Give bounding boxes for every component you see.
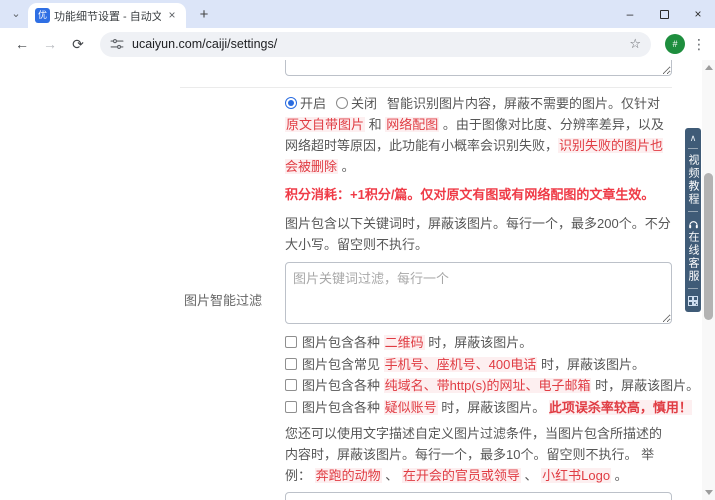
url-text: ucaiyun.com/caiji/settings/ [132, 37, 278, 51]
checkbox-text: 图片包含各种 [302, 378, 384, 393]
checkbox-row-qrcode: 图片包含各种 二维码 时，屏蔽该图片。 [285, 332, 674, 354]
field-label-image-smart-filter: 图片智能过滤 [184, 293, 263, 308]
intro-text: 。 [338, 159, 355, 174]
custom-text: 、 [381, 468, 402, 483]
checkbox-text: 图片包含各种 [302, 399, 384, 415]
panel-divider [688, 288, 698, 289]
checkbox-text: 时，屏蔽该图片。 [591, 378, 700, 393]
browser-window: ⌄ 优 功能细节设置 - 自动文章采集 × + – × ← → ⟳ ucaiyu… [0, 0, 715, 500]
browser-tab[interactable]: 优 功能细节设置 - 自动文章采集 × [28, 3, 186, 28]
browser-menu-icon[interactable]: ⋮ [691, 36, 707, 53]
account-checkbox[interactable] [285, 400, 297, 413]
browser-titlebar: ⌄ 优 功能细节设置 - 自动文章采集 × + – × [0, 0, 715, 28]
browser-toolbar: ← → ⟳ ucaiyun.com/caiji/settings/ ☆ # ⋮ [0, 28, 715, 60]
checkbox-text: 图片包含常见 [302, 356, 384, 372]
page-viewport: 图片智能过滤 开启 关闭 智能识别图片内容，屏蔽不需要的图片。仅针对 原文自带图片 … [0, 60, 715, 500]
panel-divider [688, 211, 698, 212]
radio-on-selected[interactable] [285, 97, 297, 109]
custom-example-logo: 小红书Logo [541, 468, 612, 483]
url-bar[interactable]: ucaiyun.com/caiji/settings/ ☆ [100, 31, 651, 57]
tabstrip-chevron-icon[interactable]: ⌄ [8, 7, 24, 23]
qrcode-checkbox[interactable] [285, 336, 297, 348]
scroll-down-icon[interactable] [705, 490, 713, 495]
site-info-icon[interactable] [110, 37, 124, 51]
custom-filter-paragraph: 您还可以使用文字描述自定义图片过滤条件，当图片包含所描述的内容时，屏蔽该图片。每… [285, 423, 674, 486]
online-service-button[interactable]: 在线客服 [685, 231, 701, 283]
custom-text: 。 [611, 468, 628, 483]
headset-icon [688, 219, 699, 229]
bookmark-star-icon[interactable]: ☆ [629, 36, 641, 52]
window-minimize-button[interactable]: – [613, 0, 647, 28]
image-filter-settings: 开启 关闭 智能识别图片内容，屏蔽不需要的图片。仅针对 原文自带图片 和 网络配图 … [285, 93, 699, 500]
radio-on-label[interactable]: 开启 [300, 96, 326, 111]
back-icon[interactable]: ← [11, 33, 33, 55]
previous-setting-textarea[interactable] [285, 60, 672, 76]
tab-favicon: 优 [35, 8, 50, 23]
qrcode-icon[interactable] [688, 296, 698, 306]
custom-example-officials: 在开会的官员或领导 [401, 468, 521, 483]
window-close-button[interactable]: × [681, 0, 715, 28]
window-maximize-button[interactable] [647, 0, 681, 28]
checkbox-warning: 此项误杀率较高，慎用！ [548, 399, 692, 415]
maximize-icon [659, 9, 669, 19]
intro-text: 智能识别图片内容，屏蔽不需要的图片。仅针对 [387, 96, 661, 111]
tab-title: 功能细节设置 - 自动文章采集 [54, 10, 161, 23]
custom-example-running-animals: 奔跑的动物 [314, 468, 382, 483]
phone-checkbox[interactable] [285, 357, 297, 370]
profile-avatar[interactable]: # [665, 34, 685, 54]
checkbox-row-phone: 图片包含常见 手机号、座机号、400电话 时，屏蔽该图片。 [285, 354, 674, 376]
checkbox-highlight: 二维码 [383, 335, 425, 350]
section-divider [180, 87, 672, 88]
intro-highlight-network-images: 网络配图 [385, 117, 440, 132]
video-tutorial-button[interactable]: 视频教程 [685, 154, 701, 206]
panel-divider [688, 148, 698, 149]
points-cost-note: 积分消耗：+1积分/篇。仅对原文有图或有网络配图的文章生效。 [285, 187, 655, 202]
forward-icon[interactable]: → [39, 33, 61, 55]
checkbox-text: 时，屏蔽该图片。 [437, 399, 549, 415]
floating-side-panel: ∧ 视频教程 在线客服 [685, 128, 701, 312]
checkbox-text: 图片包含各种 [302, 335, 384, 350]
smart-filter-checkbox-group: 图片包含各种 二维码 时，屏蔽该图片。 图片包含常见 手机号、座机号、400电话… [285, 332, 699, 419]
collapse-chevron-icon[interactable]: ∧ [690, 133, 697, 143]
checkbox-row-account: 图片包含各种 疑似账号 时，屏蔽该图片。 此项误杀率较高，慎用！ [285, 397, 692, 419]
tab-close-icon[interactable]: × [165, 8, 179, 23]
radio-off-unselected[interactable] [336, 97, 349, 109]
page-scrollbar[interactable] [702, 60, 715, 500]
url-email-checkbox[interactable] [285, 379, 297, 391]
reload-icon[interactable]: ⟳ [67, 33, 89, 55]
radio-off-label[interactable]: 关闭 [351, 96, 377, 111]
custom-text: 、 [520, 468, 542, 483]
scrollbar-thumb[interactable] [704, 173, 713, 320]
window-controls: – × [613, 0, 715, 28]
smart-recognition-paragraph: 开启 关闭 智能识别图片内容，屏蔽不需要的图片。仅针对 原文自带图片 和 网络配图 … [285, 93, 674, 177]
custom-image-filter-textarea[interactable] [285, 492, 672, 500]
checkbox-text: 时，屏蔽该图片。 [424, 335, 533, 350]
checkbox-highlight: 手机号、座机号、400电话 [383, 356, 538, 372]
checkbox-text: 时，屏蔽该图片。 [537, 356, 645, 372]
intro-text: 和 [365, 117, 386, 132]
checkbox-highlight: 纯域名、带http(s)的网址、电子邮箱 [383, 378, 592, 393]
scroll-up-icon[interactable] [705, 65, 713, 70]
keyword-filter-hint: 图片包含以下关键词时，屏蔽该图片。每行一个，最多200个。不分大小写。留空则不执… [285, 216, 671, 252]
image-keyword-filter-textarea[interactable] [285, 262, 672, 324]
checkbox-highlight: 疑似账号 [383, 399, 438, 415]
checkbox-row-url-email: 图片包含各种 纯域名、带http(s)的网址、电子邮箱 时，屏蔽该图片。 [285, 375, 699, 397]
intro-highlight-original-images: 原文自带图片 [285, 117, 366, 132]
new-tab-button[interactable]: + [195, 6, 213, 24]
